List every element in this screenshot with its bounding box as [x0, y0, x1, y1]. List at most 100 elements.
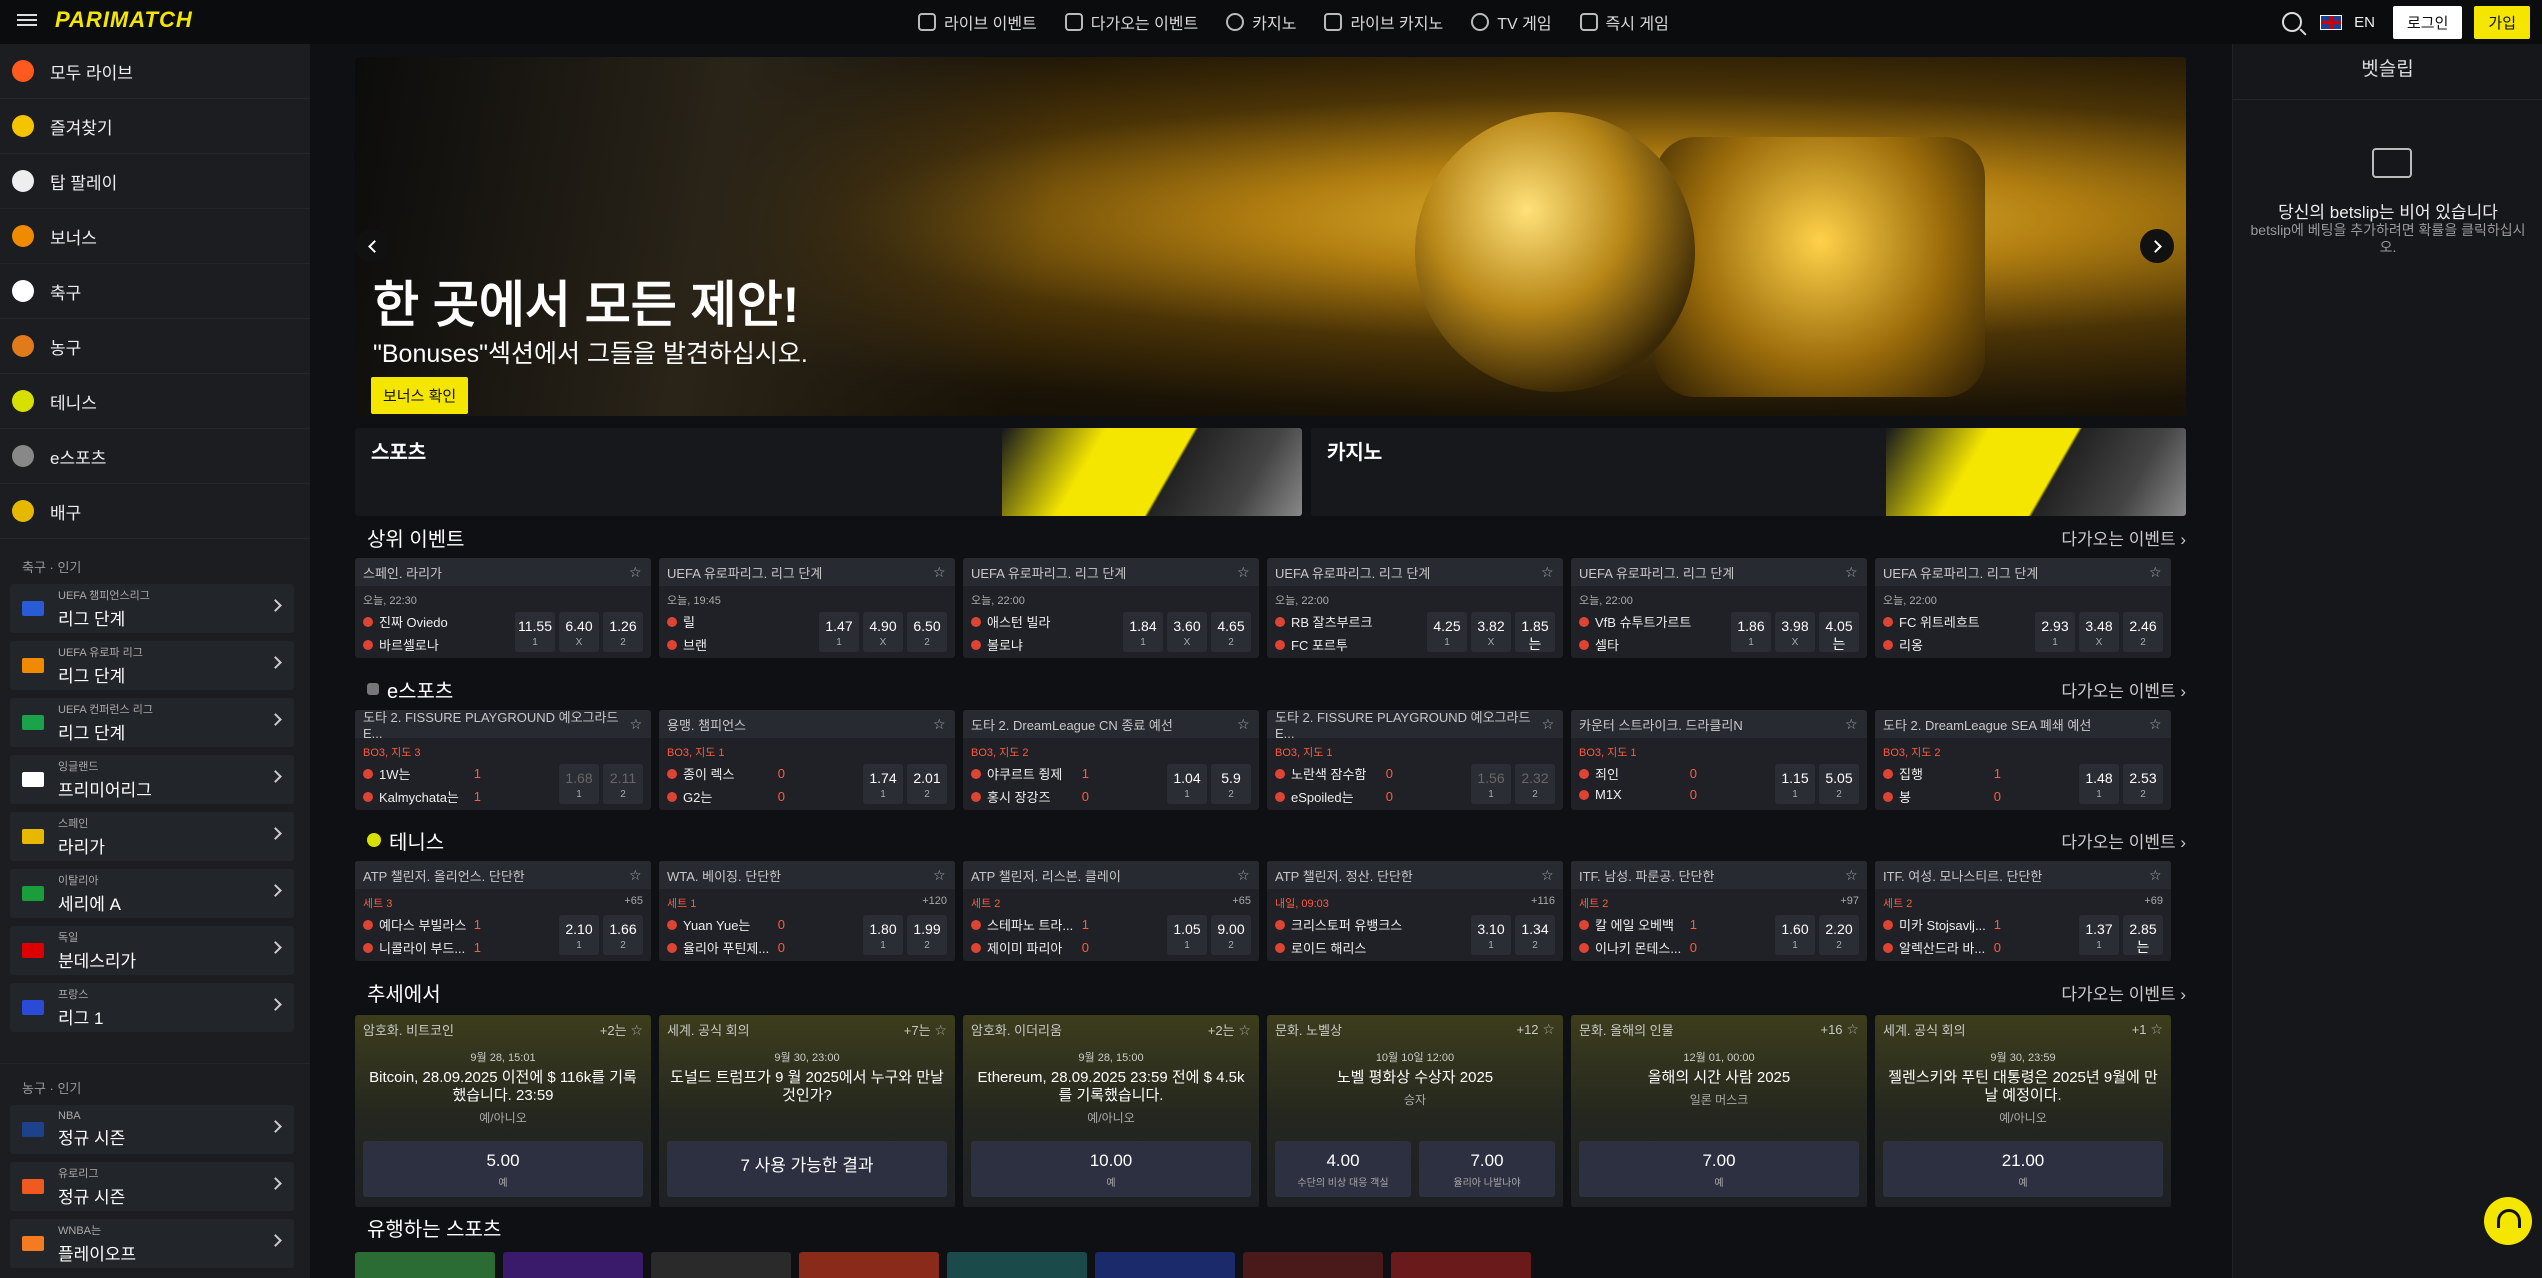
popular-sport-thumbnail[interactable] [355, 1252, 495, 1278]
support-headset-icon[interactable] [2484, 1197, 2532, 1245]
odds-button[interactable]: 2.85는 2 [2123, 915, 2163, 961]
prediction-card[interactable]: 문화. 올해의 인물 +16 ☆ 12월 01, 00:00 올해의 시간 사람 20… [1571, 1015, 1867, 1207]
odds-button[interactable]: 1.56 1 [1471, 764, 1511, 804]
more-markets-count[interactable]: +65 [1232, 895, 1251, 911]
favorite-star-icon[interactable]: ☆ [627, 1022, 643, 1038]
language-selector[interactable]: EN [2354, 14, 2375, 31]
favorite-star-icon[interactable]: ☆ [933, 717, 947, 731]
odds-button[interactable]: 4.05는 2 [1819, 612, 1859, 658]
odds-button[interactable]: 1.15 1 [1775, 764, 1815, 804]
odds-button[interactable]: 2.46 2 [2123, 612, 2163, 652]
odds-button[interactable]: 3.60 X [1167, 612, 1207, 652]
popular-sport-thumbnail[interactable] [1391, 1252, 1531, 1278]
favorite-star-icon[interactable]: ☆ [629, 868, 643, 882]
odds-button[interactable]: 1.34 2 [1515, 915, 1555, 955]
logo[interactable]: PARIMATCH [55, 7, 193, 33]
tennis-card[interactable]: ATP 챌린저. 올리언스. 단단한 ☆ 세트 3 +65 예다스 부빌라스 1 니콜라이 … [355, 861, 651, 961]
prediction-odds-button[interactable]: 7.00 율리아 나발나야 [1419, 1141, 1555, 1197]
sidebar-league[interactable]: 스페인 라리가 [10, 812, 294, 861]
hero-next-button[interactable] [2140, 229, 2174, 263]
sidebar-item[interactable]: 보너스 [0, 209, 310, 264]
esports-card[interactable]: 카운터 스트라이크. 드라클리N ☆ BO3, 지도 1 죄인 0 M1X 0 1.15 1 5.… [1571, 710, 1867, 810]
more-markets-count[interactable]: +12 [1516, 1022, 1538, 1037]
odds-button[interactable]: 1.80 1 [863, 915, 903, 955]
popular-sport-thumbnail[interactable] [1243, 1252, 1383, 1278]
sidebar-league[interactable]: UEFA 컨퍼런스 리그 리그 단계 [10, 698, 294, 747]
sidebar-item[interactable]: 농구 [0, 319, 310, 374]
esports-card[interactable]: 도타 2. DreamLeague CN 종료 예선 ☆ BO3, 지도 2 야쿠르트… [963, 710, 1259, 810]
sidebar-item[interactable]: 모두 라이브 [0, 44, 310, 99]
favorite-star-icon[interactable]: ☆ [1845, 717, 1859, 731]
odds-button[interactable]: 3.10 1 [1471, 915, 1511, 955]
popular-sport-thumbnail[interactable] [503, 1252, 643, 1278]
favorite-star-icon[interactable]: ☆ [2147, 1021, 2163, 1037]
more-markets-count[interactable]: +120 [922, 895, 947, 911]
odds-button[interactable]: 2.01 2 [907, 764, 947, 804]
favorite-star-icon[interactable]: ☆ [933, 868, 947, 882]
odds-button[interactable]: 4.65 2 [1211, 612, 1251, 652]
more-markets-count[interactable]: +65 [624, 895, 643, 911]
esports-card[interactable]: 도타 2. FISSURE PLAYGROUND 예오그라드 E... ☆ BO3,… [1267, 710, 1563, 810]
esports-more-link[interactable]: 다가오는 이벤트 › [2061, 677, 2186, 702]
odds-button[interactable]: 3.48 X [2079, 612, 2119, 652]
odds-button[interactable]: 1.68 1 [559, 764, 599, 804]
odds-button[interactable]: 2.32 2 [1515, 764, 1555, 804]
favorite-star-icon[interactable]: ☆ [1235, 1022, 1251, 1038]
tennis-card[interactable]: ITF. 여성. 모나스티르. 단단한 ☆ 세트 2 +69 미카 Stojsavlj.… [1875, 861, 2171, 961]
prediction-odds-button[interactable]: 21.00 예 [1883, 1141, 2163, 1197]
popular-sport-thumbnail[interactable] [651, 1252, 791, 1278]
sidebar-item[interactable]: 탑 팔레이 [0, 154, 310, 209]
tennis-card[interactable]: WTA. 베이징. 단단한 ☆ 세트 1 +120 Yuan Yue는 0 율리아 푸틴제.… [659, 861, 955, 961]
event-card[interactable]: UEFA 유로파리그. 리그 단계 ☆ 오늘, 22:00 VfB 슈투트가르트 셀타 1… [1571, 558, 1867, 658]
nav-live-casino[interactable]: 라이브 카지노 [1324, 10, 1443, 34]
odds-button[interactable]: 6.40 X [559, 612, 599, 652]
nav-upcoming-events[interactable]: 다가오는 이벤트 [1064, 10, 1198, 34]
popular-sport-thumbnail[interactable] [799, 1252, 939, 1278]
sidebar-league[interactable]: 독일 분데스리가 [10, 926, 294, 975]
prediction-card[interactable]: 세계. 공식 회의 +7는 ☆ 9월 30, 23:00 도널드 트럼프가 9 월 2… [659, 1015, 955, 1207]
popular-sport-thumbnail[interactable] [947, 1252, 1087, 1278]
odds-button[interactable]: 1.47 1 [819, 612, 859, 652]
favorite-star-icon[interactable]: ☆ [630, 717, 643, 731]
prediction-odds-button[interactable]: 5.00 예 [363, 1141, 643, 1197]
odds-button[interactable]: 11.55 1 [515, 612, 555, 652]
prediction-odds-button[interactable]: 7.00 예 [1579, 1141, 1859, 1197]
nav-casino[interactable]: 카지노 [1226, 10, 1296, 34]
prediction-card[interactable]: 암호화. 이더리움 +2는 ☆ 9월 28, 15:00 Ethereum, 28.0… [963, 1015, 1259, 1207]
favorite-star-icon[interactable]: ☆ [1845, 868, 1859, 882]
signup-button[interactable]: 가입 [2474, 5, 2530, 39]
odds-button[interactable]: 1.74 1 [863, 764, 903, 804]
favorite-star-icon[interactable]: ☆ [629, 565, 643, 579]
nav-live-events[interactable]: 라이브 이벤트 [918, 10, 1037, 34]
odds-button[interactable]: 2.53 2 [2123, 764, 2163, 804]
favorite-star-icon[interactable]: ☆ [1542, 717, 1555, 731]
odds-button[interactable]: 6.50 2 [907, 612, 947, 652]
sidebar-league[interactable]: 이탈리아 세리에 A [10, 869, 294, 918]
more-markets-count[interactable]: +69 [2144, 895, 2163, 911]
odds-button[interactable]: 9.00 2 [1211, 915, 1251, 955]
odds-button[interactable]: 2.20 2 [1819, 915, 1859, 955]
sidebar-league[interactable]: NBA 정규 시즌 [10, 1105, 294, 1154]
odds-button[interactable]: 1.85는 2 [1515, 612, 1555, 658]
sports-promo-card[interactable]: 스포츠 [355, 428, 1302, 516]
more-markets-count[interactable]: +1 [2132, 1022, 2147, 1037]
odds-button[interactable]: 4.90 X [863, 612, 903, 652]
esports-card[interactable]: 도타 2. FISSURE PLAYGROUND 예오그라드 E... ☆ BO3,… [355, 710, 651, 810]
odds-button[interactable]: 4.25 1 [1427, 612, 1467, 652]
nav-instant-games[interactable]: 즉시 게임 [1579, 10, 1669, 34]
more-markets-count[interactable]: +16 [1820, 1022, 1842, 1037]
sidebar-league[interactable]: UEFA 유로파 리그 리그 단계 [10, 641, 294, 690]
odds-button[interactable]: 3.98 X [1775, 612, 1815, 652]
sidebar-league[interactable]: 유로리그 정규 시즌 [10, 1162, 294, 1211]
odds-button[interactable]: 1.05 1 [1167, 915, 1207, 955]
favorite-star-icon[interactable]: ☆ [1237, 565, 1251, 579]
hero-banner[interactable]: 한 곳에서 모든 제안! "Bonuses"섹션에서 그들을 발견하십시오. 보… [355, 57, 2186, 416]
prediction-card[interactable]: 암호화. 비트코인 +2는 ☆ 9월 28, 15:01 Bitcoin, 28.09… [355, 1015, 651, 1207]
odds-button[interactable]: 1.60 1 [1775, 915, 1815, 955]
odds-button[interactable]: 1.48 1 [2079, 764, 2119, 804]
favorite-star-icon[interactable]: ☆ [1237, 868, 1251, 882]
odds-button[interactable]: 5.9 2 [1211, 764, 1251, 804]
favorite-star-icon[interactable]: ☆ [2149, 868, 2163, 882]
odds-button[interactable]: 1.66 2 [603, 915, 643, 955]
odds-button[interactable]: 1.99 2 [907, 915, 947, 955]
